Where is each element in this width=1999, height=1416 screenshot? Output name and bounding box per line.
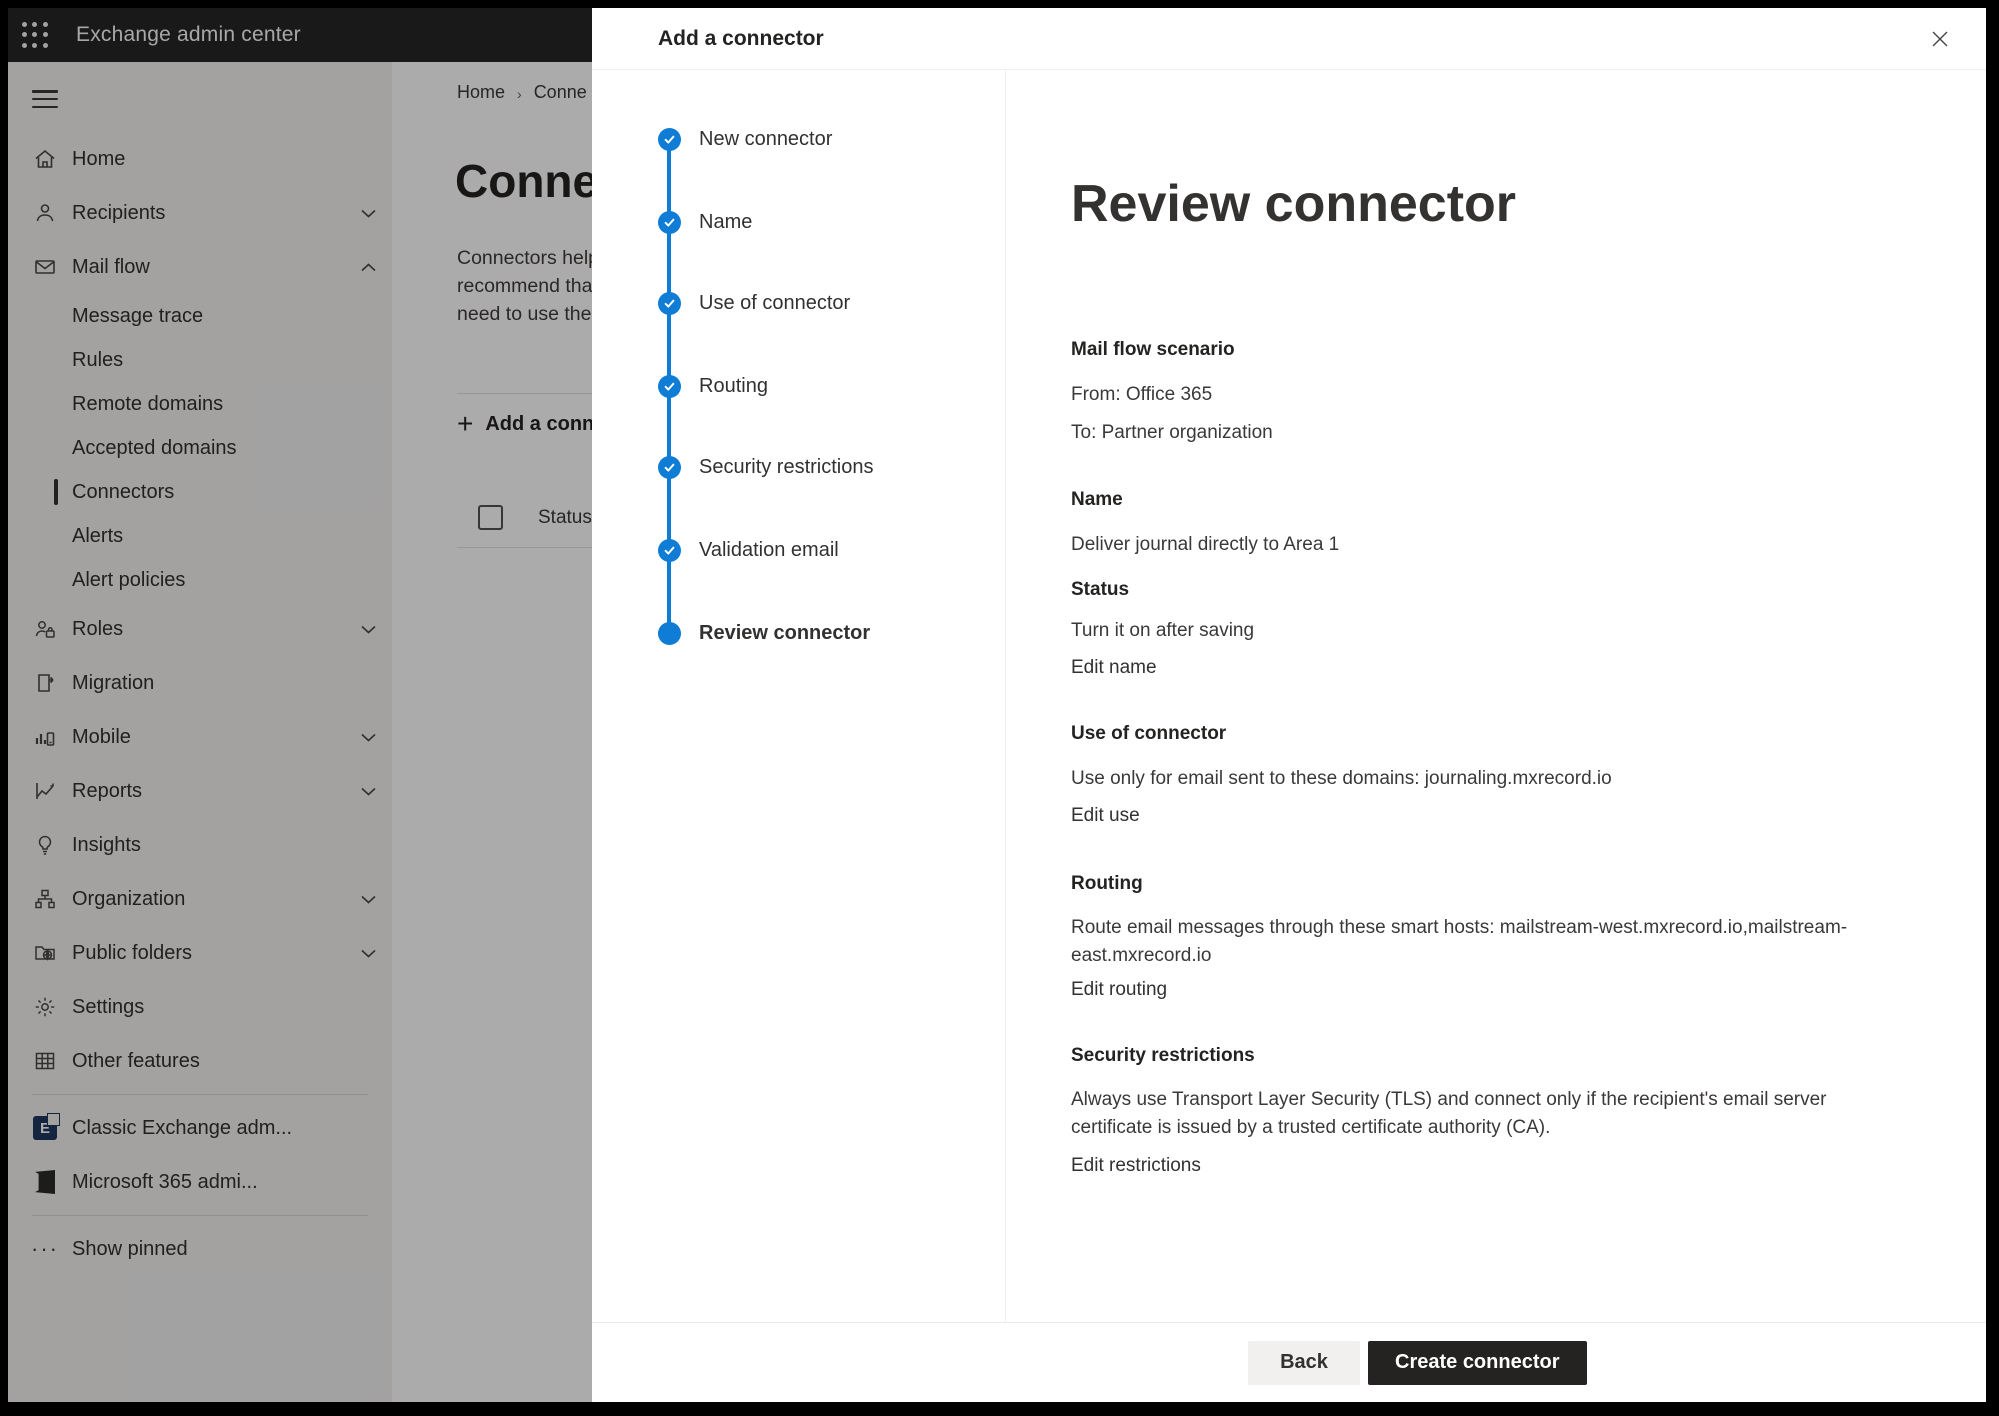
mail-flow-to: To: Partner organization [1071, 420, 1871, 446]
mail-flow-from: From: Office 365 [1071, 382, 1871, 408]
security-restrictions-heading: Security restrictions [1071, 1044, 1916, 1068]
dialog-title: Add a connector [658, 27, 824, 51]
close-button[interactable] [1922, 21, 1958, 57]
review-content: Review connector Mail flow scenario From… [1006, 70, 1986, 1322]
use-of-connector-heading: Use of connector [1071, 722, 1916, 746]
step-complete-icon [658, 456, 681, 479]
wizard-steps: New connector Name Use of connector Rout… [592, 70, 1006, 1322]
dialog-footer: Back Create connector [592, 1322, 1986, 1402]
add-connector-dialog: Add a connector New connector Name [592, 8, 1986, 1402]
status-heading: Status [1071, 578, 1916, 602]
mail-flow-scenario-heading: Mail flow scenario [1071, 338, 1916, 362]
step-validation-email[interactable]: Validation email [658, 538, 995, 562]
back-button[interactable]: Back [1248, 1341, 1360, 1385]
step-complete-icon [658, 375, 681, 398]
name-heading: Name [1071, 488, 1916, 512]
step-security-restrictions[interactable]: Security restrictions [658, 455, 995, 479]
close-icon [1929, 28, 1951, 50]
step-review-connector[interactable]: Review connector [658, 621, 995, 645]
security-restrictions-value: Always use Transport Layer Security (TLS… [1071, 1086, 1871, 1142]
step-complete-icon [658, 211, 681, 234]
step-current-icon [658, 622, 681, 645]
step-routing[interactable]: Routing [658, 374, 995, 398]
routing-value: Route email messages through these smart… [1071, 914, 1871, 970]
name-value: Deliver journal directly to Area 1 [1071, 532, 1871, 558]
edit-use-link[interactable]: Edit use [1071, 804, 1140, 828]
edit-name-link[interactable]: Edit name [1071, 656, 1157, 680]
step-complete-icon [658, 539, 681, 562]
use-of-connector-value: Use only for email sent to these domains… [1071, 766, 1871, 792]
status-value: Turn it on after saving [1071, 618, 1871, 644]
dialog-header: Add a connector [592, 8, 1986, 70]
step-use-of-connector[interactable]: Use of connector [658, 291, 995, 315]
step-complete-icon [658, 128, 681, 151]
edit-routing-link[interactable]: Edit routing [1071, 978, 1167, 1002]
step-new-connector[interactable]: New connector [658, 127, 995, 151]
review-title: Review connector [1071, 174, 1916, 234]
step-name[interactable]: Name [658, 210, 995, 234]
routing-heading: Routing [1071, 872, 1916, 896]
create-connector-button[interactable]: Create connector [1368, 1341, 1587, 1385]
step-complete-icon [658, 292, 681, 315]
screen: Exchange admin center Home Recipients [8, 8, 1986, 1402]
edit-restrictions-link[interactable]: Edit restrictions [1071, 1154, 1201, 1178]
